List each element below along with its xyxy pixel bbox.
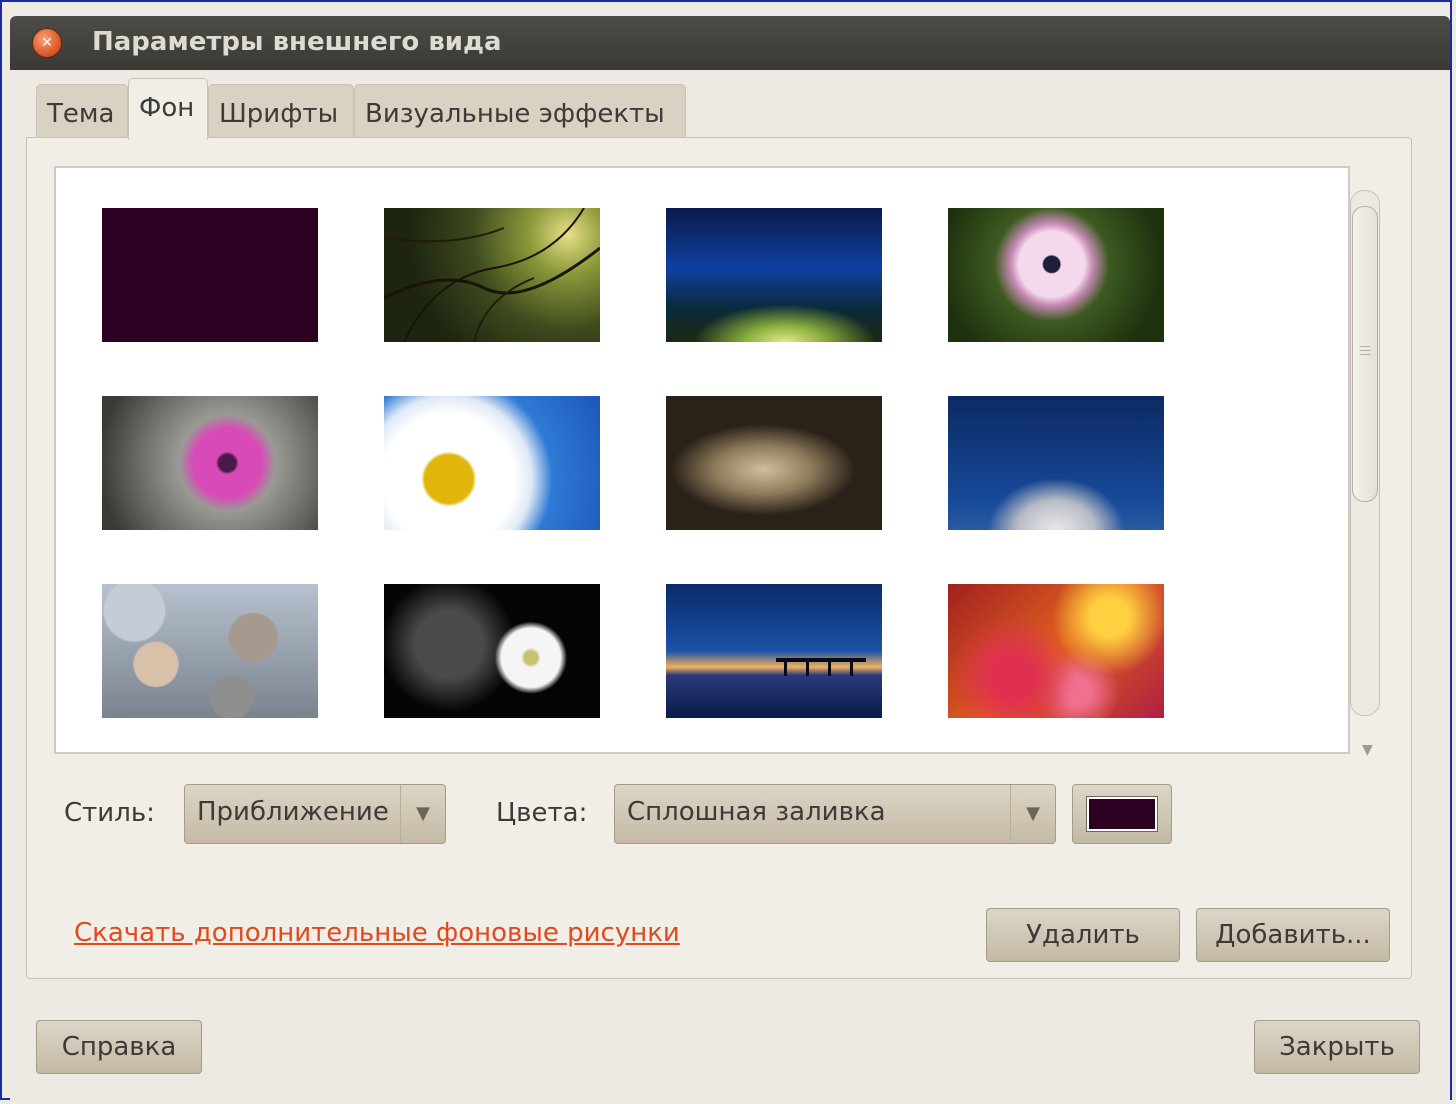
- style-label: Стиль:: [64, 798, 155, 828]
- wallpaper-thumb[interactable]: [102, 584, 318, 718]
- wallpaper-thumb[interactable]: [948, 396, 1164, 530]
- wallpaper-gallery[interactable]: [54, 166, 1350, 754]
- wallpaper-thumb[interactable]: [384, 584, 600, 718]
- style-dropdown[interactable]: Приближение ▼: [184, 784, 446, 844]
- close-icon[interactable]: ✕: [32, 28, 62, 58]
- wallpaper-thumb[interactable]: [948, 208, 1164, 342]
- window-title: Параметры внешнего вида: [92, 27, 502, 57]
- colors-value: Сплошная заливка: [627, 797, 886, 827]
- wallpaper-thumb[interactable]: [384, 208, 600, 342]
- colors-label: Цвета:: [496, 798, 588, 828]
- download-backgrounds-link[interactable]: Скачать дополнительные фоновые рисунки: [74, 918, 680, 948]
- wallpaper-thumb[interactable]: [102, 208, 318, 342]
- title-bar[interactable]: ✕ Параметры внешнего вида: [10, 16, 1450, 70]
- colors-dropdown[interactable]: Сплошная заливка ▼: [614, 784, 1056, 844]
- wallpaper-thumb[interactable]: [666, 396, 882, 530]
- wallpaper-thumb[interactable]: [666, 584, 882, 718]
- pier-icon: [776, 658, 866, 676]
- tab-label: Визуальные эффекты: [365, 99, 665, 129]
- tab-visual-effects[interactable]: Визуальные эффекты: [354, 84, 686, 138]
- wallpaper-thumb[interactable]: [666, 208, 882, 342]
- chevron-down-icon: ▼: [400, 785, 445, 843]
- tab-theme[interactable]: Тема: [36, 84, 128, 138]
- color-swatch: [1086, 796, 1158, 832]
- tab-fonts[interactable]: Шрифты: [208, 84, 354, 138]
- close-button[interactable]: Закрыть: [1254, 1020, 1420, 1074]
- tab-label: Тема: [47, 99, 115, 129]
- tab-background[interactable]: Фон: [128, 78, 208, 140]
- tab-label: Шрифты: [219, 99, 339, 129]
- help-button[interactable]: Справка: [36, 1020, 202, 1074]
- add-button[interactable]: Добавить...: [1196, 908, 1390, 962]
- color-picker-button[interactable]: [1072, 784, 1172, 844]
- wallpaper-thumb[interactable]: [102, 396, 318, 530]
- style-value: Приближение: [197, 797, 389, 827]
- tab-label: Фон: [139, 93, 195, 123]
- wallpaper-thumb[interactable]: [948, 584, 1164, 718]
- grip-icon: — — —: [1359, 339, 1371, 361]
- scroll-down-icon[interactable]: ▼: [1362, 742, 1373, 758]
- chevron-down-icon: ▼: [1010, 785, 1055, 843]
- remove-button[interactable]: Удалить: [986, 908, 1180, 962]
- wallpaper-thumb[interactable]: [384, 396, 600, 530]
- tree-branches-icon: [384, 208, 600, 342]
